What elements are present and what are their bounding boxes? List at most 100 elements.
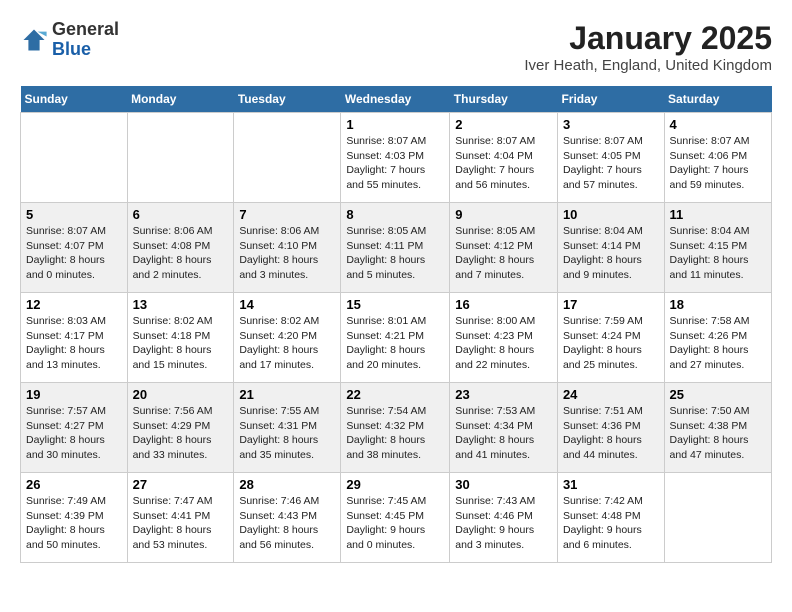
calendar-cell: 7 Sunrise: 8:06 AM Sunset: 4:10 PM Daylig… [234, 203, 341, 293]
day-info: Sunrise: 8:02 AM Sunset: 4:20 PM Dayligh… [239, 314, 335, 373]
calendar-cell: 24Sunrise: 7:51 AM Sunset: 4:36 PM Dayli… [557, 383, 664, 473]
calendar-table: SundayMondayTuesdayWednesdayThursdayFrid… [20, 86, 772, 563]
day-number: 11 [670, 207, 766, 222]
calendar-week-row: 5 Sunrise: 8:07 AM Sunset: 4:07 PM Daylig… [21, 203, 772, 293]
day-info: Sunrise: 7:42 AM Sunset: 4:48 PM Dayligh… [563, 494, 659, 553]
calendar-cell: 22 Sunrise: 7:54 AM Sunset: 4:32 PM Dayli… [341, 383, 450, 473]
day-number: 14 [239, 297, 335, 312]
day-number: 3 [563, 117, 659, 132]
day-info: Sunrise: 7:43 AM Sunset: 4:46 PM Dayligh… [455, 494, 552, 553]
day-info: Sunrise: 8:06 AM Sunset: 4:08 PM Dayligh… [133, 224, 229, 283]
calendar-cell: 20 Sunrise: 7:56 AM Sunset: 4:29 PM Dayli… [127, 383, 234, 473]
day-number: 8 [346, 207, 444, 222]
day-info: Sunrise: 7:46 AM Sunset: 4:43 PM Dayligh… [239, 494, 335, 553]
day-number: 22 [346, 387, 444, 402]
day-info: Sunrise: 8:01 AM Sunset: 4:21 PM Dayligh… [346, 314, 444, 373]
calendar-cell: 27 Sunrise: 7:47 AM Sunset: 4:41 PM Dayli… [127, 473, 234, 563]
location-text: Iver Heath, England, United Kingdom [524, 57, 772, 74]
calendar-cell: 3 Sunrise: 8:07 AM Sunset: 4:05 PM Daylig… [557, 113, 664, 203]
calendar-cell: 6 Sunrise: 8:06 AM Sunset: 4:08 PM Daylig… [127, 203, 234, 293]
day-number: 20 [133, 387, 229, 402]
day-info: Sunrise: 8:06 AM Sunset: 4:10 PM Dayligh… [239, 224, 335, 283]
day-number: 28 [239, 477, 335, 492]
calendar-cell: 25Sunrise: 7:50 AM Sunset: 4:38 PM Dayli… [664, 383, 771, 473]
header-friday: Friday [557, 86, 664, 113]
day-info: Sunrise: 8:07 AM Sunset: 4:05 PM Dayligh… [563, 134, 659, 193]
day-number: 25 [670, 387, 766, 402]
day-info: Sunrise: 8:07 AM Sunset: 4:03 PM Dayligh… [346, 134, 444, 193]
day-info: Sunrise: 8:07 AM Sunset: 4:06 PM Dayligh… [670, 134, 766, 193]
day-info: Sunrise: 7:57 AM Sunset: 4:27 PM Dayligh… [26, 404, 122, 463]
day-number: 7 [239, 207, 335, 222]
day-number: 31 [563, 477, 659, 492]
calendar-cell: 1Sunrise: 8:07 AM Sunset: 4:03 PM Daylig… [341, 113, 450, 203]
day-number: 19 [26, 387, 122, 402]
title-section: January 2025 Iver Heath, England, United… [524, 20, 772, 74]
day-number: 15 [346, 297, 444, 312]
logo-icon [20, 26, 48, 54]
day-info: Sunrise: 8:07 AM Sunset: 4:07 PM Dayligh… [26, 224, 122, 283]
day-info: Sunrise: 7:49 AM Sunset: 4:39 PM Dayligh… [26, 494, 122, 553]
calendar-cell [664, 473, 771, 563]
calendar-cell: 12Sunrise: 8:03 AM Sunset: 4:17 PM Dayli… [21, 293, 128, 383]
day-number: 6 [133, 207, 229, 222]
day-number: 2 [455, 117, 552, 132]
day-number: 24 [563, 387, 659, 402]
calendar-cell [127, 113, 234, 203]
calendar-cell: 19 Sunrise: 7:57 AM Sunset: 4:27 PM Dayli… [21, 383, 128, 473]
calendar-cell: 11Sunrise: 8:04 AM Sunset: 4:15 PM Dayli… [664, 203, 771, 293]
day-number: 13 [133, 297, 229, 312]
calendar-week-row: 19 Sunrise: 7:57 AM Sunset: 4:27 PM Dayli… [21, 383, 772, 473]
calendar-cell: 31 Sunrise: 7:42 AM Sunset: 4:48 PM Dayli… [557, 473, 664, 563]
day-info: Sunrise: 7:58 AM Sunset: 4:26 PM Dayligh… [670, 314, 766, 373]
day-number: 10 [563, 207, 659, 222]
calendar-cell: 17Sunrise: 7:59 AM Sunset: 4:24 PM Dayli… [557, 293, 664, 383]
calendar-cell: 8 Sunrise: 8:05 AM Sunset: 4:11 PM Daylig… [341, 203, 450, 293]
header-tuesday: Tuesday [234, 86, 341, 113]
day-info: Sunrise: 7:55 AM Sunset: 4:31 PM Dayligh… [239, 404, 335, 463]
day-number: 5 [26, 207, 122, 222]
logo: General Blue [20, 20, 119, 60]
header-sunday: Sunday [21, 86, 128, 113]
day-info: Sunrise: 7:45 AM Sunset: 4:45 PM Dayligh… [346, 494, 444, 553]
calendar-week-row: 1Sunrise: 8:07 AM Sunset: 4:03 PM Daylig… [21, 113, 772, 203]
day-info: Sunrise: 7:54 AM Sunset: 4:32 PM Dayligh… [346, 404, 444, 463]
day-number: 16 [455, 297, 552, 312]
day-info: Sunrise: 8:02 AM Sunset: 4:18 PM Dayligh… [133, 314, 229, 373]
month-title: January 2025 [524, 20, 772, 57]
calendar-cell [21, 113, 128, 203]
day-info: Sunrise: 7:53 AM Sunset: 4:34 PM Dayligh… [455, 404, 552, 463]
day-number: 4 [670, 117, 766, 132]
calendar-cell: 10 Sunrise: 8:04 AM Sunset: 4:14 PM Dayli… [557, 203, 664, 293]
day-info: Sunrise: 8:03 AM Sunset: 4:17 PM Dayligh… [26, 314, 122, 373]
calendar-cell: 21Sunrise: 7:55 AM Sunset: 4:31 PM Dayli… [234, 383, 341, 473]
header-thursday: Thursday [450, 86, 558, 113]
calendar-cell: 14 Sunrise: 8:02 AM Sunset: 4:20 PM Dayli… [234, 293, 341, 383]
day-info: Sunrise: 7:47 AM Sunset: 4:41 PM Dayligh… [133, 494, 229, 553]
calendar-header-row: SundayMondayTuesdayWednesdayThursdayFrid… [21, 86, 772, 113]
day-info: Sunrise: 8:05 AM Sunset: 4:11 PM Dayligh… [346, 224, 444, 283]
calendar-cell: 4 Sunrise: 8:07 AM Sunset: 4:06 PM Daylig… [664, 113, 771, 203]
header-wednesday: Wednesday [341, 86, 450, 113]
calendar-cell: 26Sunrise: 7:49 AM Sunset: 4:39 PM Dayli… [21, 473, 128, 563]
header-saturday: Saturday [664, 86, 771, 113]
calendar-cell: 28 Sunrise: 7:46 AM Sunset: 4:43 PM Dayli… [234, 473, 341, 563]
day-info: Sunrise: 8:05 AM Sunset: 4:12 PM Dayligh… [455, 224, 552, 283]
calendar-cell: 5 Sunrise: 8:07 AM Sunset: 4:07 PM Daylig… [21, 203, 128, 293]
calendar-cell: 30 Sunrise: 7:43 AM Sunset: 4:46 PM Dayli… [450, 473, 558, 563]
day-number: 17 [563, 297, 659, 312]
day-info: Sunrise: 8:07 AM Sunset: 4:04 PM Dayligh… [455, 134, 552, 193]
calendar-cell: 18 Sunrise: 7:58 AM Sunset: 4:26 PM Dayli… [664, 293, 771, 383]
calendar-cell: 2 Sunrise: 8:07 AM Sunset: 4:04 PM Daylig… [450, 113, 558, 203]
day-number: 27 [133, 477, 229, 492]
day-number: 9 [455, 207, 552, 222]
calendar-week-row: 26Sunrise: 7:49 AM Sunset: 4:39 PM Dayli… [21, 473, 772, 563]
day-info: Sunrise: 8:04 AM Sunset: 4:14 PM Dayligh… [563, 224, 659, 283]
header-monday: Monday [127, 86, 234, 113]
day-number: 23 [455, 387, 552, 402]
logo-general-text: General [52, 19, 119, 39]
calendar-cell [234, 113, 341, 203]
day-number: 18 [670, 297, 766, 312]
day-number: 30 [455, 477, 552, 492]
day-info: Sunrise: 7:56 AM Sunset: 4:29 PM Dayligh… [133, 404, 229, 463]
